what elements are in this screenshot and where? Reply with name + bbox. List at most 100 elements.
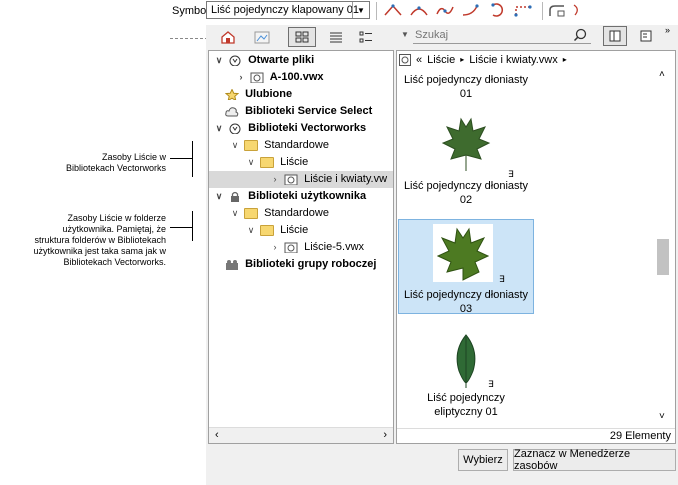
folder-icon xyxy=(244,139,259,151)
tree-open-files[interactable]: ∨ Otwarte pliki xyxy=(209,52,314,69)
elliptic-leaf-thumbnail xyxy=(456,334,476,388)
tree-workgroup-libraries[interactable]: Biblioteki grupy roboczej xyxy=(209,256,376,273)
arc-icon xyxy=(384,4,402,16)
breadcrumb-back[interactable]: « xyxy=(416,54,422,66)
chevron-down-icon[interactable]: ∨ xyxy=(245,154,257,171)
grid-view-icon xyxy=(295,31,309,43)
tree-leaves-and-flowers[interactable]: › Liście i kwiaty.vw xyxy=(209,171,393,188)
chevron-right-icon[interactable]: › xyxy=(269,239,281,256)
chevron-right-icon[interactable]: › xyxy=(235,69,247,86)
fillet-tool[interactable] xyxy=(544,0,570,20)
overflow-tools-button[interactable] xyxy=(570,0,584,20)
chevron-down-icon[interactable]: ∨ xyxy=(245,222,257,239)
list-view-button[interactable] xyxy=(322,27,350,47)
library-tree: ∨ Otwarte pliki › A-100.vwx Ulubione Bib… xyxy=(208,50,394,444)
chevron-down-icon[interactable]: ∨ xyxy=(213,188,225,205)
vwx-file-icon xyxy=(284,242,298,253)
detail-view-icon xyxy=(359,31,372,43)
horizontal-scrollbar[interactable]: ‹ › xyxy=(209,427,393,443)
tree-service-select[interactable]: Biblioteki Service Select xyxy=(209,103,372,120)
search-input[interactable] xyxy=(413,27,591,44)
grid-view-button[interactable] xyxy=(288,27,316,47)
tree-favorites[interactable]: Ulubione xyxy=(209,86,292,103)
callout-bracket xyxy=(192,211,193,241)
tree-leaves-1[interactable]: ∨ Liście xyxy=(209,154,309,171)
symbol-dropdown[interactable]: Liść pojedynczy klapowany 01 ▼ xyxy=(206,1,370,19)
circle-arc-icon xyxy=(491,3,503,17)
preview-pane-button[interactable] xyxy=(603,26,627,46)
vwx-file-icon xyxy=(250,72,264,83)
folder-icon xyxy=(260,224,275,236)
scroll-left-icon[interactable]: ‹ xyxy=(215,429,219,441)
star-icon xyxy=(225,88,239,100)
item-count: 29 Elementy xyxy=(609,430,671,442)
tree-file-a100[interactable]: › A-100.vwx xyxy=(209,69,324,86)
resource-number: 03 xyxy=(459,303,473,315)
breadcrumb-item-leaves[interactable]: Liście xyxy=(427,54,455,66)
resource-grid: « Liście ▸ Liście i kwiaty.vwx ▸ Liść po… xyxy=(396,50,676,444)
overflow-icon[interactable]: » xyxy=(665,25,670,35)
resource-item-3-selected[interactable]: ∃ Liść pojedynczy dłoniasty 03 xyxy=(398,219,534,315)
breadcrumb: « Liście ▸ Liście i kwiaty.vwx ▸ xyxy=(399,52,567,67)
resource-item-2[interactable]: ∃ Liść pojedynczy dłoniasty 02 xyxy=(397,109,535,209)
toolbar-divider-2 xyxy=(542,2,543,20)
wave-icon xyxy=(436,6,454,15)
chevron-down-icon[interactable]: ▼ xyxy=(352,2,369,18)
maple-leaf-thumbnail xyxy=(437,227,489,281)
symbol-mark-icon: ∃ xyxy=(499,274,505,284)
resource-item-4[interactable]: ∃ Liść pojedynczy eliptyczny 01 xyxy=(397,329,535,429)
ruler-line xyxy=(170,38,208,39)
scroll-right-icon[interactable]: › xyxy=(383,429,387,441)
points-icon xyxy=(514,5,532,17)
resource-name: Liść pojedynczy dłoniasty xyxy=(403,289,529,301)
arc-tool-3[interactable] xyxy=(432,0,458,20)
info-pane-button[interactable] xyxy=(634,26,658,46)
spline-icon xyxy=(462,4,479,16)
breadcrumb-separator: ▸ xyxy=(562,55,567,64)
arc-tool-5[interactable] xyxy=(484,0,510,20)
tree-leaves-2[interactable]: ∨ Liście xyxy=(209,222,309,239)
arc-tool-1[interactable] xyxy=(380,0,406,20)
info-pane-icon xyxy=(640,30,652,42)
tree-standard-1[interactable]: ∨ Standardowe xyxy=(209,137,329,154)
resource-number: 01 xyxy=(459,88,473,100)
tree-vectorworks-libraries[interactable]: ∨ Biblioteki Vectorworks xyxy=(209,120,366,137)
search-icon[interactable] xyxy=(573,28,587,42)
fillet-icon xyxy=(549,5,565,17)
arc-tool-4[interactable] xyxy=(458,0,484,20)
chevron-down-icon[interactable]: ∨ xyxy=(213,52,225,69)
list-view-icon xyxy=(330,32,342,43)
arc-tool-2[interactable] xyxy=(406,0,432,20)
resource-number: eliptyczny 01 xyxy=(434,406,498,418)
chevron-right-icon[interactable]: › xyxy=(269,171,281,188)
resource-item-1[interactable]: Liść pojedynczy dłoniasty 01 xyxy=(397,73,535,101)
scroll-up-icon[interactable]: ˄ xyxy=(659,69,665,80)
home-button[interactable] xyxy=(214,27,242,47)
tree-standard-2[interactable]: ∨ Standardowe xyxy=(209,205,329,222)
breadcrumb-item-file[interactable]: Liście i kwiaty.vwx xyxy=(469,54,557,66)
tree-user-libraries[interactable]: ∨ Biblioteki użytkownika xyxy=(209,188,366,205)
resource-name: Liść pojedynczy xyxy=(427,392,505,404)
chevron-down-icon[interactable]: ▼ xyxy=(401,30,409,39)
cloud-icon xyxy=(225,106,239,117)
callout-vectorworks-libraries: Zasoby Liście w Bibliotekach Vectorworks xyxy=(65,152,166,173)
extra-tools xyxy=(544,0,584,20)
vertical-scrollbar[interactable]: ˄ ˅ xyxy=(653,67,673,427)
folder-image-button[interactable] xyxy=(248,27,276,47)
image-folder-icon xyxy=(254,31,270,44)
chevron-down-icon[interactable]: ∨ xyxy=(213,120,225,137)
left-toolbar xyxy=(208,25,394,49)
scrollbar-thumb[interactable] xyxy=(657,239,669,275)
chevron-down-icon[interactable]: ∨ xyxy=(229,137,241,154)
select-button[interactable]: Wybierz xyxy=(458,449,508,471)
detail-view-button[interactable] xyxy=(352,27,380,47)
callout-bracket xyxy=(192,141,193,177)
arc-tool-6[interactable] xyxy=(510,0,536,20)
tool-icon xyxy=(573,4,578,16)
show-in-resource-manager-button[interactable]: Zaznacz w Menedżerze zasobów xyxy=(513,448,676,472)
symbol-label: Symbol xyxy=(172,5,209,17)
chevron-down-icon[interactable]: ∨ xyxy=(229,205,241,222)
tree-leaves-5[interactable]: › Liście-5.vwx xyxy=(209,239,365,256)
folder-icon xyxy=(260,156,275,168)
scroll-down-icon[interactable]: ˅ xyxy=(659,411,665,422)
